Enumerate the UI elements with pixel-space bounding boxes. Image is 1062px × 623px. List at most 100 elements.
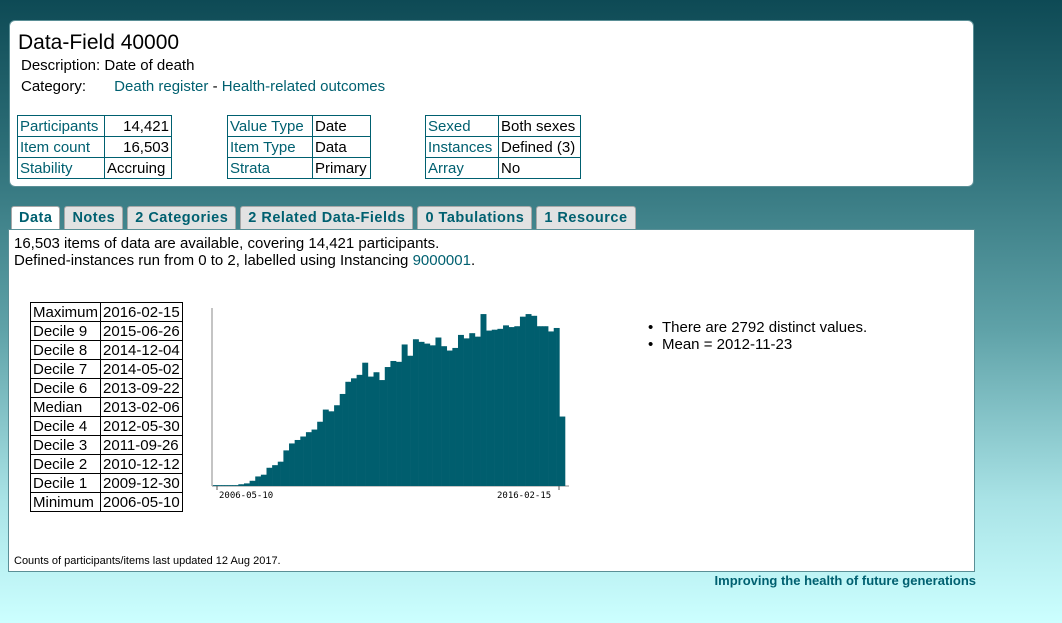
participants-key[interactable]: Participants — [17, 115, 105, 137]
histogram-bar — [300, 436, 304, 486]
histogram-bar — [232, 485, 236, 486]
category-link-death-register[interactable]: Death register — [114, 78, 208, 95]
tab-resource[interactable]: 1 Resource — [536, 206, 636, 229]
histogram-bar — [528, 314, 532, 486]
histogram-bar — [365, 362, 369, 486]
table-row: Minimum 2006-05-10 — [29, 492, 183, 512]
participants-value: 14,421 — [104, 115, 172, 137]
strata-value: Primary — [312, 157, 371, 179]
histogram-bar — [320, 421, 324, 486]
histogram-bar — [494, 329, 498, 486]
histogram-bar — [241, 484, 245, 486]
histogram-bar — [277, 461, 281, 486]
decile-label: Decile 6 — [29, 378, 102, 398]
tab-related-fields[interactable]: 2 Related Data-Fields — [240, 206, 414, 229]
list-item: Mean = 2012-11-23 — [648, 336, 867, 353]
decile-label: Decile 1 — [29, 473, 102, 493]
histogram-bar — [401, 344, 405, 486]
decile-label: Decile 9 — [29, 321, 102, 341]
instances-summary-text: Defined-instances run from 0 to 2, label… — [14, 252, 413, 269]
histogram-bar — [525, 314, 529, 486]
x-tick-label-start: 2006-05-10 — [219, 491, 273, 501]
histogram-bar — [505, 325, 509, 486]
instancing-link[interactable]: 9000001 — [413, 252, 471, 269]
decile-value: 2014-12-04 — [100, 340, 183, 360]
histogram-bar — [497, 328, 501, 486]
histogram-bar — [398, 361, 402, 486]
histogram-bar — [474, 336, 479, 486]
description-row: Description: Date of death — [21, 57, 194, 74]
histogram-bar — [429, 345, 433, 486]
tab-categories[interactable]: 2 Categories — [127, 206, 237, 229]
histogram-chart: 2006-05-10 2016-02-15 — [211, 308, 569, 501]
histogram-bar — [472, 333, 476, 486]
histogram-bar — [331, 411, 335, 486]
histogram-bar — [213, 485, 217, 486]
decile-value: 2016-02-15 — [100, 302, 183, 322]
decile-value: 2014-05-02 — [100, 359, 183, 379]
category-link-health-outcomes[interactable]: Health-related outcomes — [222, 78, 385, 95]
histogram-bar — [303, 436, 307, 486]
table-row: Decile 4 2012-05-30 — [29, 416, 183, 436]
histogram-bar — [424, 343, 428, 486]
array-key[interactable]: Array — [425, 157, 499, 179]
data-tab-panel: 16,503 items of data are available, cove… — [8, 229, 975, 572]
sexed-key[interactable]: Sexed — [425, 115, 499, 137]
histogram-bar — [415, 339, 419, 486]
histogram-bar — [407, 355, 411, 486]
histogram-bar — [441, 346, 445, 486]
histogram-bar — [286, 450, 290, 486]
histogram-bar — [548, 331, 552, 486]
decile-value: 2010-12-12 — [100, 454, 183, 474]
histogram-bar — [263, 474, 267, 486]
decile-label: Minimum — [29, 492, 102, 512]
histogram-bar — [463, 338, 467, 486]
histogram-bar — [455, 347, 459, 486]
histogram-bar — [488, 330, 493, 486]
histogram-bar — [246, 483, 250, 486]
histogram-bar — [328, 411, 332, 486]
histogram-bar — [294, 439, 298, 486]
stability-key[interactable]: Stability — [17, 157, 105, 179]
histogram-bar — [235, 485, 239, 486]
decile-label: Decile 7 — [29, 359, 102, 379]
histogram-bar — [342, 393, 346, 486]
histogram-bar — [283, 450, 287, 486]
histogram-bar — [379, 380, 383, 486]
tab-notes[interactable]: Notes — [64, 206, 124, 229]
histogram-bar — [381, 380, 386, 486]
instances-key[interactable]: Instances — [425, 136, 499, 158]
histogram-bar — [511, 327, 515, 486]
histogram-bar — [466, 338, 470, 486]
tab-data[interactable]: Data — [11, 206, 61, 231]
histogram-bar — [274, 465, 279, 486]
histogram-bar — [252, 480, 256, 486]
histogram-bar — [508, 327, 512, 486]
field-header-panel: Data-Field 40000 Description: Date of de… — [9, 20, 974, 187]
decile-label: Decile 2 — [29, 454, 102, 474]
histogram-bar — [339, 393, 343, 486]
histogram-bar — [350, 378, 355, 486]
histogram-bar — [289, 443, 293, 486]
category-separator: - — [212, 78, 218, 95]
histogram-bar — [486, 330, 490, 486]
tab-tabulations[interactable]: 0 Tabulations — [417, 206, 533, 229]
instances-info-table: Sexed Both sexes Instances Defined (3) Arr… — [425, 115, 581, 179]
histogram-bar — [317, 421, 321, 486]
histogram-bar — [215, 485, 219, 486]
strata-key[interactable]: Strata — [227, 157, 313, 179]
value-type-key[interactable]: Value Type — [227, 115, 313, 137]
histogram-bar — [460, 334, 464, 486]
stats-list: There are 2792 distinct values. Mean = 2… — [648, 319, 867, 353]
histogram-bar — [410, 355, 414, 486]
item-type-key[interactable]: Item Type — [227, 136, 313, 158]
histogram-bar — [297, 439, 301, 486]
decile-value: 2015-06-26 — [100, 321, 183, 341]
decile-label: Decile 3 — [29, 435, 102, 455]
instances-value: Defined (3) — [498, 136, 581, 158]
value-type-value: Date — [312, 115, 371, 137]
item-count-key[interactable]: Item count — [17, 136, 105, 158]
array-value: No — [498, 157, 581, 179]
histogram-bar — [542, 326, 546, 486]
histogram-bar — [373, 372, 377, 486]
